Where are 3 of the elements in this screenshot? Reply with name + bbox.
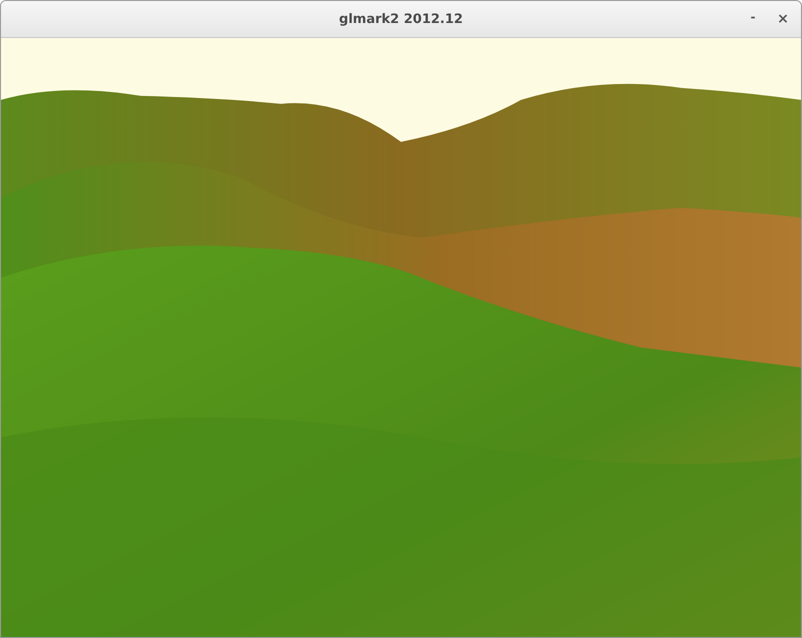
minimize-button[interactable]: - [741, 7, 765, 31]
close-button[interactable]: × [771, 7, 795, 31]
window-title: glmark2 2012.12 [339, 12, 463, 26]
